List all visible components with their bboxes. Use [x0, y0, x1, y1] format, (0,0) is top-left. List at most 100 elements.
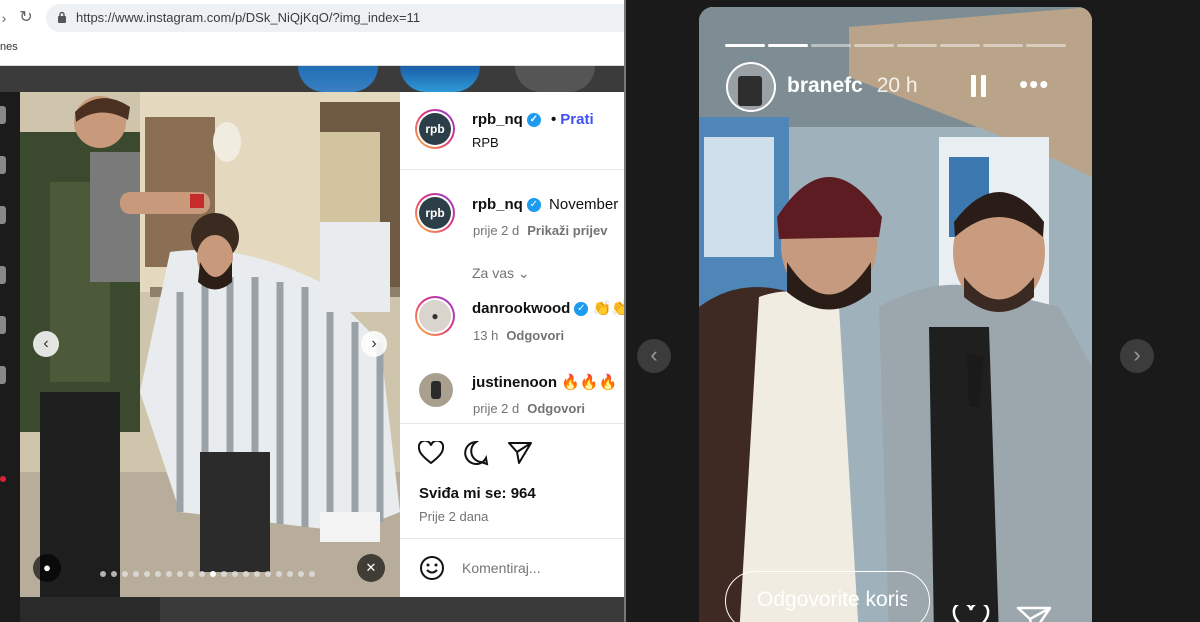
for-you-toggle[interactable]: Za vas ⌄ [472, 265, 530, 282]
carousel-dot [221, 571, 227, 577]
caption-time: prije 2 d [473, 223, 520, 238]
comment-text: 🔥🔥🔥 [561, 374, 618, 391]
heart-icon[interactable] [952, 605, 990, 622]
caption-meta: prije 2 d Prikaži prijev [473, 223, 607, 238]
carousel-next-button[interactable]: › [361, 331, 387, 357]
browser-toolbar: › ↻ https://www.instagram.com/p/DSk_NiQj… [0, 0, 624, 66]
like-heart-icon[interactable] [418, 441, 444, 465]
divider [400, 538, 624, 539]
chevron-down-icon: ⌄ [517, 265, 530, 281]
below-post-dimmed [160, 597, 624, 622]
reload-icon[interactable]: ↻ [18, 10, 34, 26]
comment-input[interactable] [462, 556, 612, 580]
carousel-dot [210, 571, 216, 577]
story-reply-input[interactable]: Odgovorite korisniku [725, 571, 930, 622]
post-author-username[interactable]: rpb_nq [472, 111, 523, 128]
carousel-dot [276, 571, 282, 577]
sidebar-icon [0, 366, 6, 384]
caption-username[interactable]: rpb_nq [472, 196, 523, 213]
screen: › ↻ https://www.instagram.com/p/DSk_NiQj… [0, 0, 1200, 622]
share-send-icon[interactable] [507, 441, 533, 465]
comment-time: 13 h [473, 328, 499, 343]
browser-window: › ↻ https://www.instagram.com/p/DSk_NiQj… [0, 0, 624, 622]
more-icon[interactable]: ••• [1019, 69, 1049, 100]
for-you-label: Za vas [472, 265, 515, 281]
caption-row: rpb_nq ✓ November [472, 196, 618, 213]
follow-button[interactable]: Prati [560, 111, 593, 128]
site-info-icon[interactable] [56, 11, 68, 24]
story-username[interactable]: branefc [787, 74, 863, 97]
separator-dot: • [551, 111, 557, 128]
carousel-dot [243, 571, 249, 577]
comment-row: danrookwood ✓ 👏👏 [472, 299, 624, 317]
comment-avatar[interactable]: ● [415, 296, 455, 336]
post-photo: ‹ › ● ✕ [20, 92, 400, 597]
carousel-dot [122, 571, 128, 577]
divider [400, 423, 624, 424]
carousel-dot [309, 571, 315, 577]
mute-icon[interactable]: ✕ [357, 554, 385, 582]
bookmark-item[interactable]: nes [0, 41, 18, 53]
barber-scene-illustration [20, 92, 400, 597]
comment-username[interactable]: justinenoon [472, 374, 557, 391]
comment-avatar[interactable] [419, 373, 453, 407]
carousel-dot [177, 571, 183, 577]
story-progress-segment [811, 44, 851, 47]
carousel-dot [199, 571, 205, 577]
story-frame: branefc 20 h ••• Odgovorite korisniku [699, 7, 1092, 622]
carousel-dot [265, 571, 271, 577]
post-date: Prije 2 dana [419, 509, 489, 524]
caption-author-avatar[interactable]: rpb [415, 193, 455, 233]
verified-badge-icon: ✓ [526, 198, 541, 213]
post-author-avatar[interactable]: rpb [415, 109, 455, 149]
story-reply-placeholder: Odgovorite korisniku [757, 588, 907, 611]
story-header: branefc 20 h [787, 74, 918, 98]
comment-text: 👏👏 [592, 300, 625, 317]
emoji-picker-icon[interactable] [419, 555, 445, 581]
caption-text: November [549, 196, 619, 213]
url-text[interactable]: https://www.instagram.com/p/DSk_NiQjKqO/… [76, 10, 420, 25]
notification-dot [0, 476, 6, 482]
reply-link[interactable]: Odgovori [506, 328, 564, 343]
post-author-subtitle: RPB [472, 135, 499, 150]
carousel-dot [298, 571, 304, 577]
story-time: 20 h [876, 74, 918, 97]
sidebar-dimmed [0, 92, 20, 622]
carousel-dot [166, 571, 172, 577]
comment-row: justinenoon 🔥🔥🔥 [472, 373, 617, 391]
comment-time: prije 2 d [473, 401, 520, 416]
story-progress-segment [940, 44, 980, 47]
tagged-user-icon[interactable]: ● [33, 554, 61, 582]
carousel-dot [111, 571, 117, 577]
reply-link[interactable]: Odgovori [527, 401, 585, 416]
post-details-panel: rpb rpb_nq ✓ • Prati RPB rpb rpb_nq ✓ Novem… [400, 92, 624, 597]
send-icon[interactable] [1015, 605, 1053, 622]
carousel-dot [144, 571, 150, 577]
story-next-button[interactable]: › [1120, 339, 1154, 373]
story-progress-segment [854, 44, 894, 47]
carousel-dot [254, 571, 260, 577]
story-progress-segment [725, 44, 765, 47]
carousel-dot [287, 571, 293, 577]
comment-username[interactable]: danrookwood [472, 300, 570, 317]
verified-badge-icon: ✓ [526, 113, 541, 128]
story-progress-segment [768, 44, 808, 47]
sidebar-icon [0, 266, 6, 284]
likes-count[interactable]: Sviđa mi se: 964 [419, 485, 536, 502]
comment-icon[interactable] [463, 440, 489, 466]
carousel-dot [155, 571, 161, 577]
sidebar-icon [0, 156, 6, 174]
carousel-indicator [100, 571, 315, 579]
comment-meta: prije 2 d Odgovori [473, 401, 585, 416]
divider [400, 169, 624, 170]
sidebar-icon [0, 206, 6, 224]
story-viewer: ‹ › branefc 20 h ••• Odgovorite koris [626, 0, 1200, 622]
pause-icon[interactable] [969, 75, 989, 97]
story-author-avatar[interactable] [726, 62, 776, 112]
carousel-prev-button[interactable]: ‹ [33, 331, 59, 357]
comment-meta: 13 h Odgovori [473, 328, 564, 343]
story-progress-segment [1026, 44, 1066, 47]
translate-link[interactable]: Prikaži prijev [527, 223, 607, 238]
story-prev-button[interactable]: ‹ [637, 339, 671, 373]
back-icon[interactable]: › [0, 10, 12, 26]
